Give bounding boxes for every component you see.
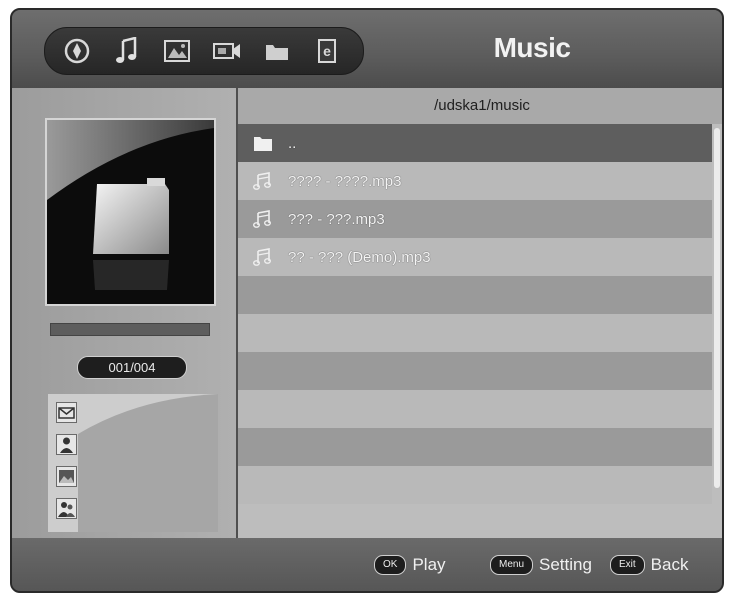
envelope-icon	[56, 402, 77, 423]
folder-icon	[250, 132, 276, 154]
empty-row	[238, 390, 712, 428]
setting-hint-label: Setting	[539, 555, 592, 574]
media-player-screen: e Music 001/004 /udska1/music .. ???? - …	[10, 8, 724, 593]
all-media-icon[interactable]	[61, 35, 93, 67]
file-list: .. ???? - ????.mp3 ??? - ???.mp3 ?? - ??? (…	[238, 124, 712, 504]
file-name: ?? - ??? (Demo).mp3	[288, 248, 431, 266]
file-row[interactable]: ???? - ????.mp3	[238, 162, 712, 200]
exit-key-badge: Exit	[610, 555, 645, 575]
file-row[interactable]: ..	[238, 124, 712, 162]
video-icon[interactable]	[211, 35, 243, 67]
landscape-icon	[56, 466, 77, 487]
hint-play[interactable]: OK Play	[374, 555, 446, 575]
file-counter: 001/004	[77, 356, 187, 379]
file-name: ..	[288, 134, 297, 152]
header-bar: e Music	[12, 10, 722, 88]
folder-preview-icon	[93, 178, 169, 290]
current-path: /udska1/music	[238, 88, 722, 124]
file-row[interactable]: ?? - ??? (Demo).mp3	[238, 238, 712, 276]
file-name: ???? - ????.mp3	[288, 172, 402, 190]
hint-setting[interactable]: Menu Setting	[490, 555, 592, 575]
scrollbar[interactable]	[714, 128, 720, 488]
ok-key-badge: OK	[374, 555, 407, 575]
svg-text:e: e	[323, 43, 331, 59]
music-note-icon[interactable]	[111, 35, 143, 67]
footer-bar: OK Play Menu Setting Exit Back	[12, 538, 722, 591]
page-title: Music	[493, 32, 571, 63]
file-name: ??? - ???.mp3	[288, 210, 385, 228]
preview-thumbnail	[45, 118, 216, 306]
file-row[interactable]: ??? - ???.mp3	[238, 200, 712, 238]
menu-key-badge: Menu	[490, 555, 534, 575]
category-icon-bar: e	[44, 27, 364, 75]
file-browser: /udska1/music .. ???? - ????.mp3 ??? - ???…	[238, 88, 722, 538]
empty-row	[238, 428, 712, 466]
empty-row	[238, 276, 712, 314]
back-hint-label: Back	[650, 555, 689, 574]
playback-progress-bar	[50, 323, 210, 336]
play-hint-label: Play	[412, 555, 446, 574]
music-file-icon	[250, 246, 276, 268]
thumbnail-strip	[48, 394, 218, 532]
preview-panel: 001/004	[12, 88, 236, 538]
folder-icon[interactable]	[261, 35, 293, 67]
empty-row	[238, 466, 712, 504]
music-file-icon	[250, 208, 276, 230]
ebook-icon[interactable]: e	[311, 35, 343, 67]
music-file-icon	[250, 170, 276, 192]
photo-icon[interactable]	[161, 35, 193, 67]
person-icon	[56, 434, 77, 455]
empty-row	[238, 352, 712, 390]
people-icon	[56, 498, 77, 519]
scrollbar-thumb[interactable]	[714, 128, 720, 488]
hint-back[interactable]: Exit Back	[610, 555, 688, 575]
empty-row	[238, 314, 712, 352]
